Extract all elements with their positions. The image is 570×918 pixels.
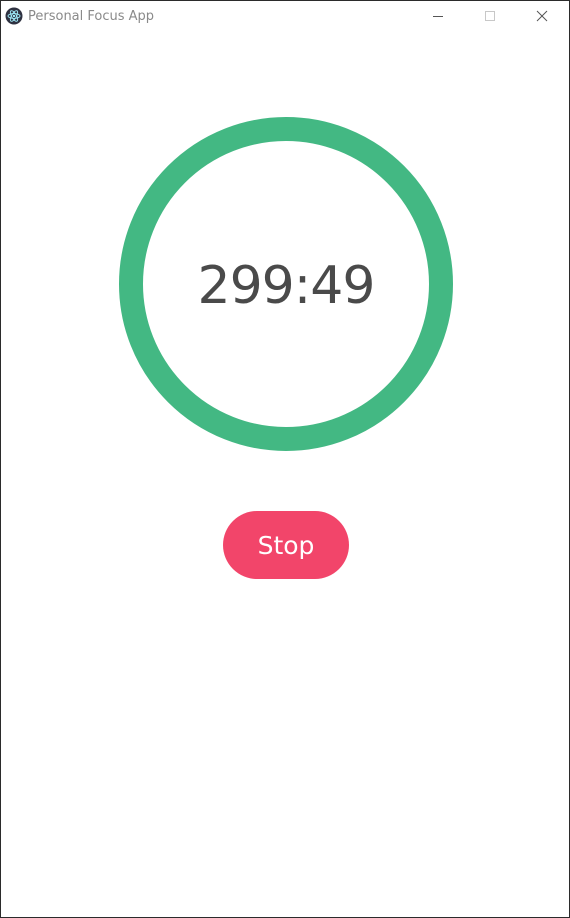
window-title: Personal Focus App (28, 9, 155, 24)
maximize-button[interactable] (467, 1, 513, 32)
title-bar[interactable]: Personal Focus App (1, 1, 569, 32)
minimize-icon (432, 7, 444, 26)
minimize-button[interactable] (415, 1, 461, 32)
maximize-icon (484, 7, 496, 26)
timer-display: 299:49 (197, 256, 376, 316)
close-button[interactable] (519, 1, 565, 32)
timer-ring: 299:49 (119, 117, 453, 451)
app-window: Personal Focus App 299:49 Stop (0, 0, 570, 918)
electron-atom-icon (5, 7, 23, 25)
close-icon (536, 7, 548, 26)
stop-button[interactable]: Stop (223, 511, 349, 579)
